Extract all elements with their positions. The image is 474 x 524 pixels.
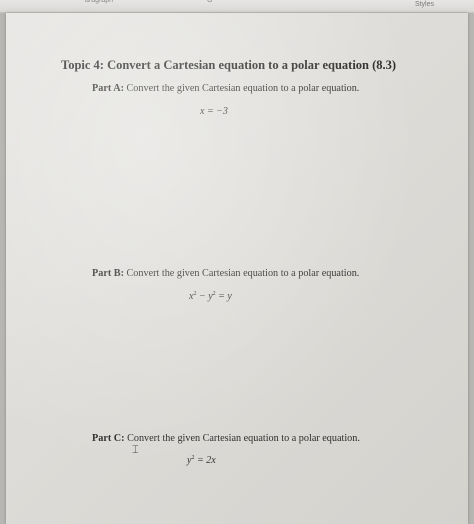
part-a-text: Convert the given Cartesian equation to …: [123, 83, 360, 94]
part-b-eq-rhs: = y: [215, 291, 232, 302]
part-b-eq-minus-y: − y: [196, 291, 213, 302]
part-b-prompt: Part B: Convert the given Cartesian equa…: [92, 268, 359, 279]
part-a-label: Part A:: [92, 83, 124, 94]
part-c-text: Convert the given Cartesian equation to …: [124, 433, 360, 444]
toolbar-paragraph-fragment: aragraph: [85, 0, 114, 4]
document-page[interactable]: Topic 4: Convert a Cartesian equation to…: [6, 13, 468, 524]
part-b-equation: x2 − y2 = y: [189, 291, 232, 302]
text-cursor-icon: ⌶: [132, 443, 139, 456]
part-c-eq-rhs: = 2x: [194, 455, 216, 466]
styles-group-label[interactable]: Styles: [415, 1, 434, 8]
part-a-equation: x = −3: [200, 106, 228, 117]
part-c-equation: y2 = 2x: [187, 455, 216, 466]
part-b-label: Part B:: [92, 268, 124, 279]
toolbar-strip: aragraph G Styles: [0, 0, 474, 13]
part-b-text: Convert the given Cartesian equation to …: [123, 268, 360, 279]
part-c-label: Part C:: [92, 433, 125, 444]
page-title: Topic 4: Convert a Cartesian equation to…: [61, 58, 397, 72]
toolbar-group-fragment: G: [207, 0, 213, 4]
part-a-prompt: Part A: Convert the given Cartesian equa…: [92, 83, 359, 94]
